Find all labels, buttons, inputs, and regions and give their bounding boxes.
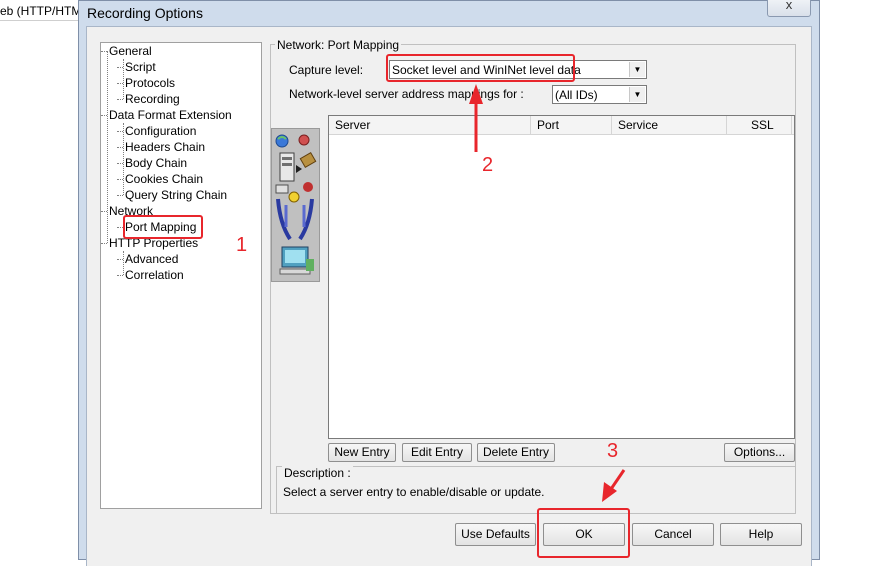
annotation-arrows (469, 84, 626, 502)
arrow-2-head (469, 84, 483, 104)
